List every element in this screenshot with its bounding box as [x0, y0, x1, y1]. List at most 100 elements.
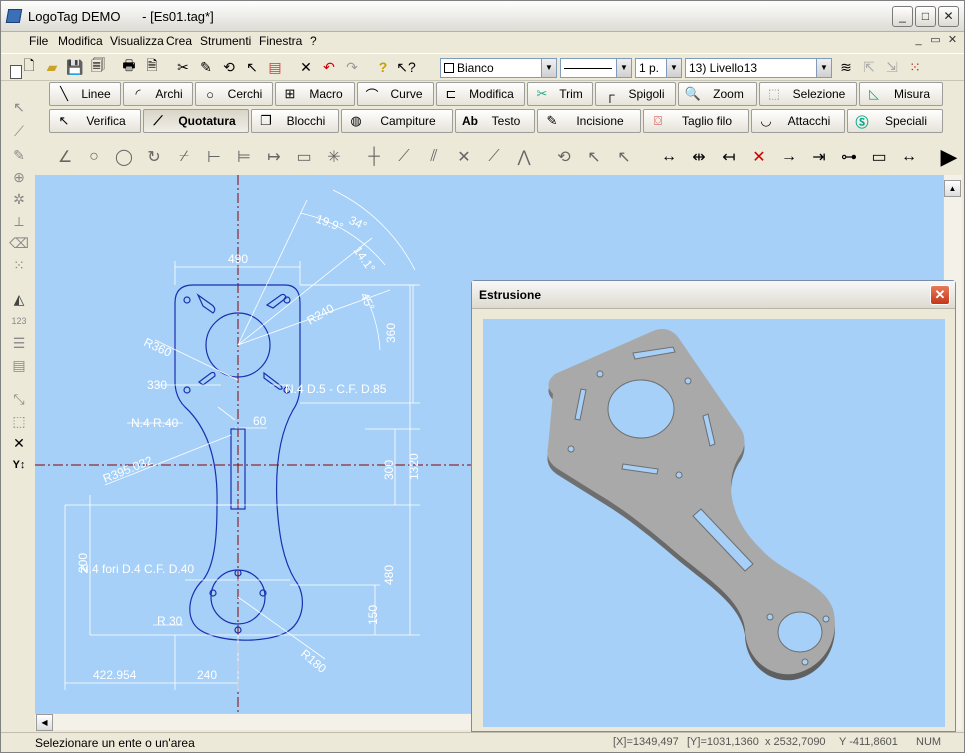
cmd-verifica-button[interactable]: ↖ Verifica — [49, 109, 141, 133]
dim-parallel-icon[interactable]: ⫽ — [422, 144, 446, 170]
perp-tool-icon[interactable]: ⟂ — [9, 211, 29, 231]
extrusion-3d-view[interactable] — [483, 319, 945, 727]
list-tool-icon[interactable]: ☰ — [9, 333, 29, 353]
chevron-down-icon[interactable]: ▼ — [816, 59, 831, 77]
cmd-incisione-button[interactable]: ✎ Incisione — [537, 109, 641, 133]
dim-box-icon[interactable]: ▭ — [292, 144, 316, 170]
dim-tick-icon[interactable]: ⊶ — [837, 144, 861, 170]
maximize-button[interactable]: □ — [915, 6, 936, 27]
help-icon[interactable]: ? — [373, 57, 393, 77]
dim-ext-icon[interactable]: ↔ — [897, 144, 921, 170]
menu-finestra[interactable]: Finestra — [259, 34, 302, 48]
pointer-icon[interactable]: ↖ — [9, 97, 29, 117]
eraser-tool-icon[interactable]: ⌫ — [9, 233, 29, 253]
dim-horizontal-icon[interactable]: ⊢ — [202, 144, 226, 170]
line-weight-combo[interactable]: 1 p. ▼ — [635, 58, 682, 78]
save-all-icon[interactable]: 🗐 — [88, 57, 108, 77]
redo-icon[interactable]: ↷ — [342, 57, 362, 77]
grid-tool-icon[interactable]: ⁙ — [9, 255, 29, 275]
dim-arrows-both-icon[interactable]: ↔ — [657, 144, 681, 170]
cmd-macro-button[interactable]: ⊞ Macro — [275, 82, 355, 106]
measure-tool-icon[interactable]: ◭ — [9, 289, 29, 309]
dim-diag-icon[interactable]: ⟋ — [392, 144, 416, 170]
dim-frame-icon[interactable]: ▭ — [867, 144, 891, 170]
dim-edit-icon[interactable]: ↖ — [612, 144, 636, 170]
dim-angle-icon[interactable]: ∠ — [53, 144, 77, 170]
dim-spark-icon[interactable]: ✳ — [322, 144, 346, 170]
dim-arrow-right-icon[interactable]: → — [777, 144, 801, 170]
line-style-combo[interactable]: ▼ — [560, 58, 632, 78]
line-tool-icon[interactable]: ⟋ — [9, 121, 29, 141]
dim-point-icon[interactable]: ⟋ — [482, 144, 506, 170]
cmd-spigoli-button[interactable]: ┌ Spigoli — [595, 82, 676, 106]
dim-arrows-out-icon[interactable]: ↤ — [717, 144, 741, 170]
color-combo[interactable]: Bianco ▼ — [440, 58, 557, 78]
dim-circle-icon[interactable]: ○ — [82, 144, 106, 170]
cmd-zoom-button[interactable]: 🔍 Zoom — [678, 82, 757, 106]
dim-cross-icon[interactable]: ✕ — [452, 144, 476, 170]
mdi-close-button[interactable]: ✕ — [944, 34, 961, 48]
menu-visualizza[interactable]: Visualizza — [110, 34, 164, 48]
import-icon[interactable]: ⇲ — [882, 57, 902, 77]
dim-arrows-in-icon[interactable]: ⇹ — [687, 144, 711, 170]
cmd-taglio-filo-button[interactable]: ⌼ Taglio filo — [643, 109, 749, 133]
undo-icon[interactable]: ↶ — [319, 57, 339, 77]
minimize-button[interactable]: _ — [892, 6, 913, 27]
grid-icon[interactable]: ⁙ — [905, 57, 925, 77]
extrusion-close-button[interactable]: ✕ — [930, 285, 950, 305]
xy-axis-icon[interactable]: Y↕ — [9, 455, 29, 475]
mdi-minimize-button[interactable]: _ — [910, 34, 927, 48]
menu-file[interactable]: File — [29, 34, 48, 48]
menu-help[interactable]: ? — [310, 34, 317, 48]
chevron-down-icon[interactable]: ▼ — [541, 59, 556, 77]
cmd-speciali-button[interactable]: Ⓢ Speciali — [847, 109, 943, 133]
cmd-selezione-button[interactable]: ⬚ Selezione — [759, 82, 857, 106]
cut-icon[interactable]: ✂ — [173, 57, 193, 77]
dim-arc-icon[interactable]: ↻ — [142, 144, 166, 170]
cmd-testo-button[interactable]: Ab Testo — [455, 109, 535, 133]
menu-crea[interactable]: Crea — [166, 34, 192, 48]
dim-tolerance-icon[interactable]: ⇥ — [807, 144, 831, 170]
cmd-campiture-button[interactable]: ◍ Campiture — [341, 109, 453, 133]
mdi-restore-button[interactable]: ▭ — [927, 34, 944, 48]
layer-combo[interactable]: 13) Livello13 ▼ — [685, 58, 832, 78]
cmd-attacchi-button[interactable]: ◡ Attacchi — [751, 109, 845, 133]
table-tool-icon[interactable]: ▤ — [9, 355, 29, 375]
pick-icon[interactable]: ✎ — [196, 57, 216, 77]
transform-tool-icon[interactable]: ⤡ — [9, 389, 29, 409]
print-icon[interactable]: 🖶 — [119, 57, 139, 77]
close-button[interactable]: ✕ — [938, 6, 959, 27]
x-axis-icon[interactable]: ✕ — [9, 433, 29, 453]
save-icon[interactable]: 💾 — [65, 57, 85, 77]
cmd-trim-button[interactable]: ✂ Trim — [527, 82, 593, 106]
center-tool-icon[interactable]: ⊕ — [9, 167, 29, 187]
export-icon[interactable]: ⇱ — [859, 57, 879, 77]
dim-vertex-icon[interactable]: ⋀ — [512, 144, 536, 170]
dim-center-icon[interactable]: ┼ — [362, 144, 386, 170]
scroll-up-button[interactable]: ▲ — [944, 180, 961, 197]
layers-icon[interactable]: ▤ — [265, 57, 285, 77]
cmd-archi-button[interactable]: ◜ Archi — [123, 82, 193, 106]
dim-select-icon[interactable]: ↖ — [582, 144, 606, 170]
cmd-curve-button[interactable]: ⌒ Curve — [357, 82, 434, 106]
numbering-tool-icon[interactable]: 123 — [9, 311, 29, 331]
chevron-down-icon[interactable]: ▼ — [666, 59, 681, 77]
scroll-left-button[interactable]: ◀ — [36, 714, 53, 731]
snap-icon[interactable]: ⟲ — [219, 57, 239, 77]
cmd-modifica-button[interactable]: ⊏ Modifica — [436, 82, 525, 106]
dim-radius-icon[interactable]: ◯ — [112, 144, 136, 170]
layer-manager-icon[interactable]: ≋ — [836, 57, 856, 77]
delete-icon[interactable]: ✕ — [296, 57, 316, 77]
cmd-blocchi-button[interactable]: ❐ Blocchi — [251, 109, 339, 133]
print-preview-icon[interactable]: 🗎 — [142, 57, 162, 77]
cmd-misura-button[interactable]: ◺ Misura — [859, 82, 943, 106]
extrusion-title-bar[interactable]: Estrusione ✕ — [472, 281, 955, 309]
select-cursor-icon[interactable]: ↖ — [242, 57, 262, 77]
pen-tool-icon[interactable]: ✎ — [9, 145, 29, 165]
new-file-icon[interactable]: 🗋 — [19, 57, 39, 77]
chevron-down-icon[interactable]: ▼ — [616, 59, 631, 77]
open-folder-icon[interactable]: ▰ — [42, 57, 62, 77]
cmd-cerchi-button[interactable]: ○ Cerchi — [195, 82, 273, 106]
menu-modifica[interactable]: Modifica — [58, 34, 103, 48]
dim-delete-icon[interactable]: ✕ — [747, 144, 771, 170]
